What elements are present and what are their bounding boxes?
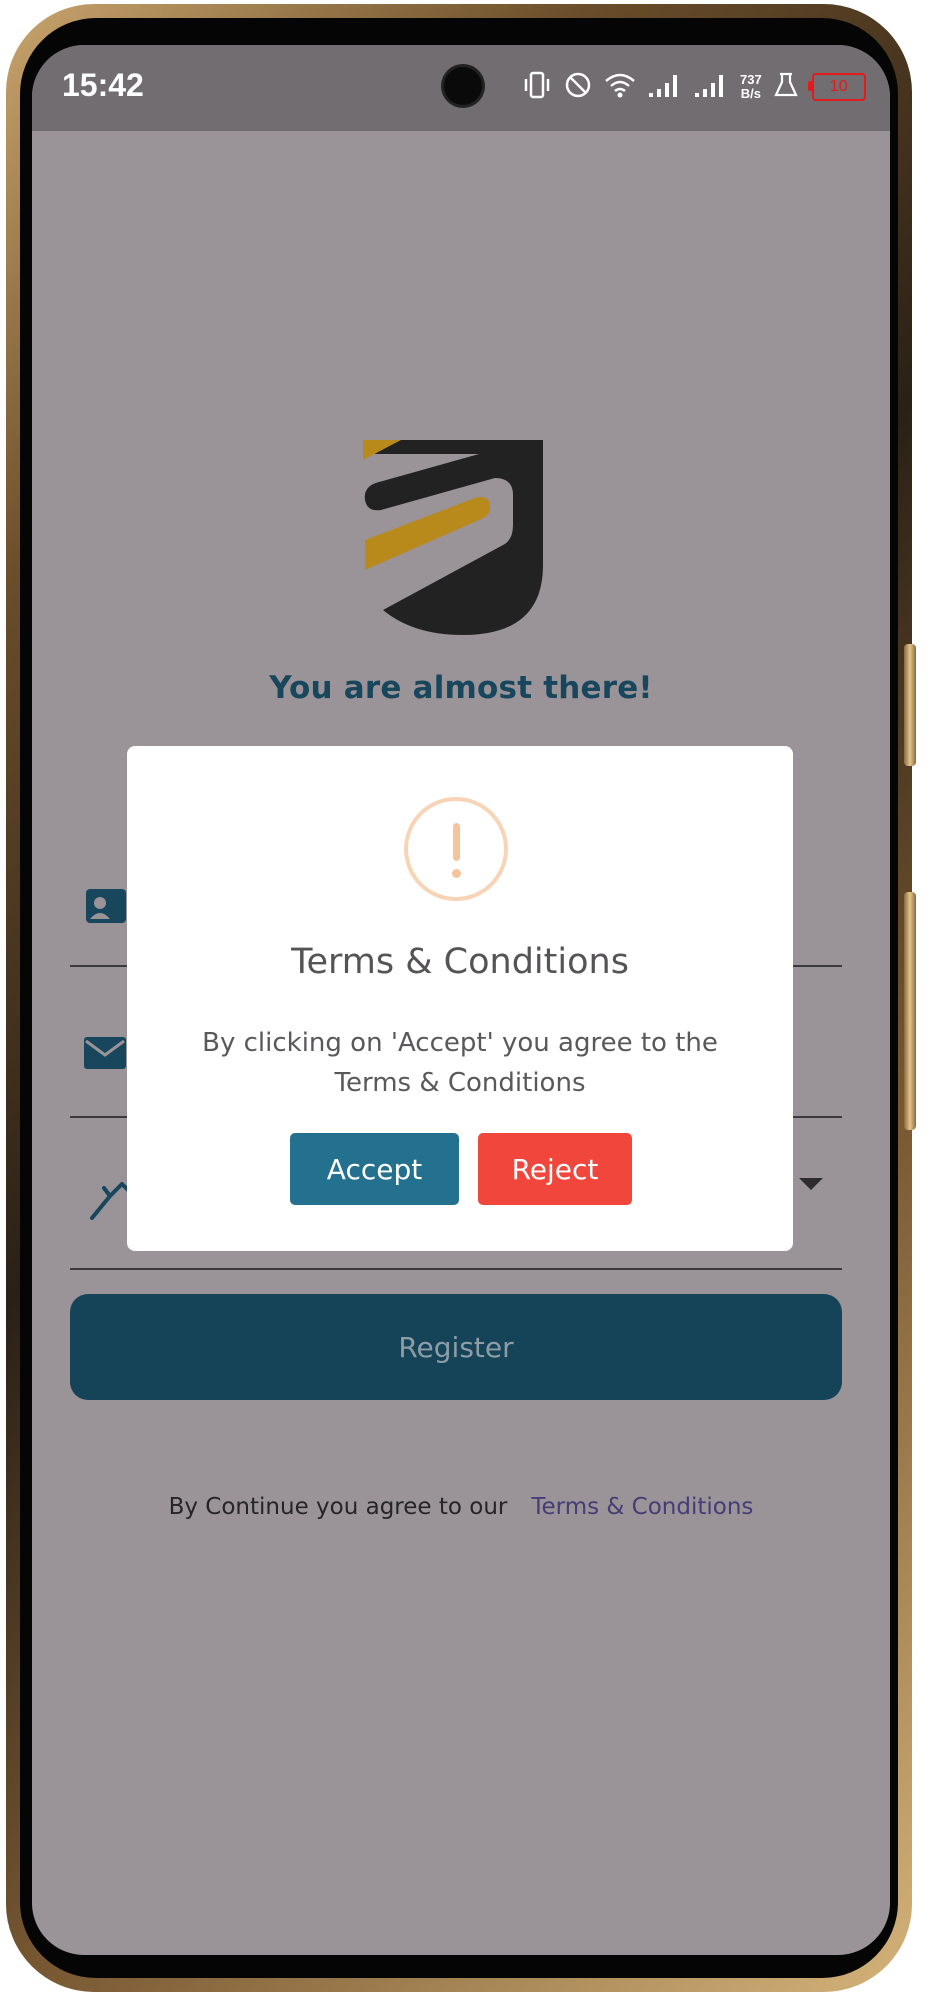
status-time: 15:42 — [62, 67, 144, 103]
dnd-icon — [564, 71, 592, 103]
dropdown-arrow-icon[interactable] — [799, 1178, 823, 1190]
profession-icon — [88, 1178, 132, 1226]
reject-button[interactable]: Reject — [478, 1133, 632, 1205]
status-icons: 737 B/s 10 — [522, 67, 866, 107]
register-button[interactable]: Register — [70, 1294, 842, 1400]
phone-side-button — [904, 644, 916, 766]
battery-icon: 10 — [807, 73, 866, 101]
status-bar: 15:42 737 B/s 10 — [32, 45, 890, 131]
id-card-icon — [84, 881, 128, 929]
consent-text: By Continue you agree to our — [168, 1494, 508, 1520]
network-speed-value: 737 — [740, 72, 762, 87]
signal-icon — [694, 71, 728, 103]
dialog-message: By clicking on 'Accept' you agree to the… — [202, 1028, 718, 1098]
vibrate-icon — [522, 71, 552, 103]
wifi-icon — [604, 71, 636, 103]
screen: 15:42 737 B/s 10 You are almost there! R… — [32, 45, 890, 1955]
page-heading: You are almost there! — [269, 670, 653, 706]
network-speed: 737 B/s — [740, 73, 762, 101]
network-speed-unit: B/s — [740, 86, 761, 101]
accept-button[interactable]: Accept — [290, 1133, 459, 1205]
lab-icon — [773, 71, 798, 103]
dialog-title: Terms & Conditions — [291, 942, 629, 982]
battery-level: 10 — [829, 78, 848, 95]
consent-text-row: By Continue you agree to our Terms & Cond… — [32, 1494, 890, 1520]
warning-icon — [404, 797, 508, 901]
signal-icon — [648, 71, 682, 103]
dropdown-field-underline — [70, 1268, 842, 1270]
phone-side-button — [904, 892, 916, 1130]
email-icon — [82, 1033, 128, 1077]
front-camera — [444, 67, 482, 105]
app-logo — [363, 440, 543, 635]
terms-link[interactable]: Terms & Conditions — [531, 1494, 753, 1520]
terms-dialog: Terms & Conditions By clicking on 'Accep… — [127, 746, 793, 1251]
